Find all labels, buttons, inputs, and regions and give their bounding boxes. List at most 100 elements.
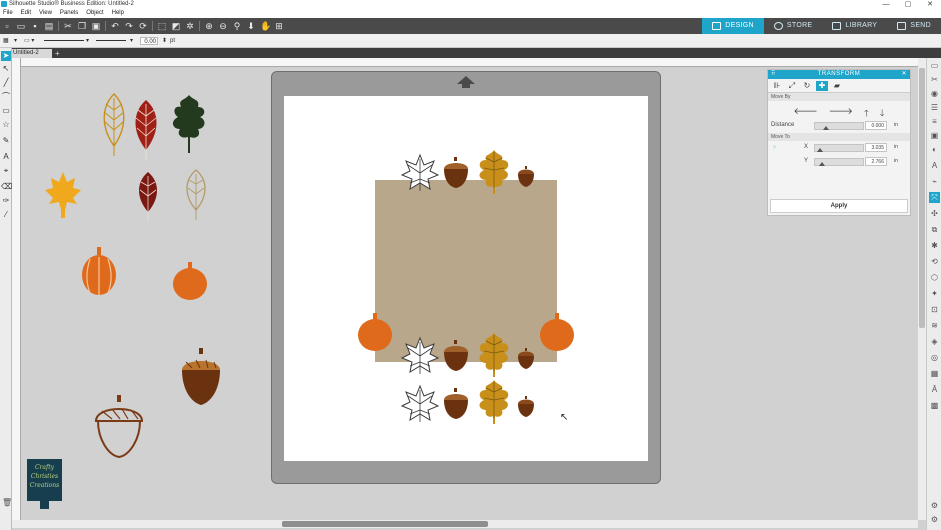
solid-pumpkin[interactable] [172, 261, 208, 301]
gold-oak-leaf-middle[interactable] [476, 331, 512, 377]
pumpkin-right[interactable] [539, 312, 575, 352]
y-input[interactable]: 2.766 [865, 157, 887, 166]
settings-icon[interactable]: ✲ [185, 21, 195, 31]
copy-icon[interactable]: ❐ [77, 21, 87, 31]
acorn-bottom[interactable] [442, 388, 470, 420]
point-edit-tool-icon[interactable]: ↖ [1, 64, 11, 74]
outline-pumpkin[interactable] [80, 245, 118, 297]
outline-maple-leaf-bottom[interactable] [400, 384, 440, 424]
small-acorn-top[interactable] [516, 166, 536, 188]
line-tool-icon[interactable]: ╱ [1, 78, 11, 88]
nest-icon[interactable]: ◎ [929, 352, 940, 363]
pencil-tool-icon[interactable]: ✎ [1, 136, 11, 146]
tab-store[interactable]: STORE [764, 18, 823, 34]
small-acorn-middle[interactable] [516, 348, 536, 370]
cut-icon[interactable]: ✂ [63, 21, 73, 31]
undo-icon[interactable]: ↶ [110, 21, 120, 31]
align-icon[interactable]: ✱ [929, 240, 940, 251]
line-color-dropdown[interactable]: ▾ [14, 37, 17, 45]
anchor-grid-icon[interactable]: ⁘ [772, 144, 777, 151]
vertical-scroll-thumb[interactable] [919, 68, 925, 328]
layers-icon[interactable]: ≋ [929, 320, 940, 331]
gold-oak-leaf-bottom[interactable] [476, 378, 512, 424]
help-icon[interactable]: ⚙ [929, 514, 940, 525]
small-acorn-bottom[interactable] [516, 396, 536, 418]
rectangle-tool-icon[interactable]: ▭ [1, 106, 11, 116]
open-folder-icon[interactable]: ▭ [16, 21, 26, 31]
distance-slider[interactable] [814, 122, 864, 130]
y-slider-knob[interactable] [819, 162, 825, 166]
refresh-icon[interactable]: ⟳ [138, 21, 148, 31]
cut-settings-icon[interactable]: ✂ [929, 74, 940, 85]
weld-icon[interactable]: ⊡ [929, 304, 940, 315]
solid-acorn[interactable] [178, 348, 224, 406]
rotate-tab-icon[interactable]: ↻ [801, 81, 813, 91]
line-weight-dropdown[interactable] [96, 40, 126, 41]
tab-library[interactable]: LIBRARY [822, 18, 887, 34]
line-weight-chevron-icon[interactable]: ▾ [130, 37, 133, 45]
modify-icon[interactable]: ⧉ [929, 224, 940, 235]
move-left-icon[interactable]: 🡐 [794, 106, 818, 116]
vertical-scrollbar[interactable] [918, 58, 926, 520]
move-right-icon[interactable]: 🡒 [829, 106, 853, 116]
close-button[interactable]: ✕ [919, 0, 941, 9]
y-slider[interactable] [814, 158, 864, 166]
acorn-top[interactable] [442, 157, 470, 189]
knife-icon[interactable]: ◈ [929, 336, 940, 347]
text-tool-icon[interactable]: A [1, 152, 11, 162]
settings-gear-icon[interactable]: ⚙ [929, 500, 940, 511]
text-path-tool-icon[interactable]: ⌖ [1, 166, 11, 176]
print-icon[interactable]: ▤ [44, 21, 54, 31]
zoom-select-icon[interactable]: ⚲ [232, 21, 242, 31]
zoom-in-icon[interactable]: ⊕ [204, 21, 214, 31]
dark-red-leaf[interactable] [132, 170, 164, 224]
outline-maple-leaf-top[interactable] [400, 153, 440, 193]
scale-tab-icon[interactable]: ⤢ [786, 81, 798, 91]
line-width-stepper-icon[interactable]: ⬍ [162, 37, 167, 45]
apply-button[interactable]: Apply [770, 199, 908, 213]
gold-oak-leaf-top[interactable] [476, 148, 512, 194]
panel-grip-icon[interactable]: ⠿ [771, 70, 776, 79]
align-tab-icon[interactable]: ⊪ [771, 81, 783, 91]
outline-maple-leaf-middle[interactable] [400, 336, 440, 376]
knife-tool-icon[interactable]: ✑ [1, 196, 11, 206]
scale-icon[interactable]: ⬡ [929, 272, 940, 283]
text-style-icon[interactable]: A [929, 160, 940, 171]
move-up-icon[interactable]: 🡑 [864, 106, 869, 118]
distance-slider-knob[interactable] [823, 126, 829, 130]
shear-tab-icon[interactable]: ▰ [831, 81, 843, 91]
page-setup-icon[interactable]: ▭ [929, 60, 940, 71]
redo-icon[interactable]: ↷ [124, 21, 134, 31]
image-effects-icon[interactable]: ▣ [929, 130, 940, 141]
fill-pattern-icon[interactable]: ▦ [3, 37, 9, 45]
tan-square-shape[interactable] [375, 180, 557, 362]
line-width-input[interactable]: 0.00 [140, 37, 158, 45]
x-slider-knob[interactable] [817, 148, 823, 152]
tab-design[interactable]: DESIGN [702, 18, 764, 34]
yellow-maple-leaf[interactable] [43, 170, 83, 220]
maximize-button[interactable]: ▢ [897, 0, 919, 9]
pan-hand-icon[interactable]: ✋ [260, 21, 271, 31]
new-document-icon[interactable]: ▫ [2, 21, 12, 31]
tan-outline-leaf[interactable] [180, 168, 212, 222]
horizontal-scroll-thumb[interactable] [282, 521, 488, 527]
acorn-middle[interactable] [442, 340, 470, 372]
transform-panel-header[interactable]: ⠿ TRANSFORM ✕ [768, 70, 910, 79]
menu-panels[interactable]: Panels [60, 9, 78, 18]
menu-edit[interactable]: Edit [21, 9, 31, 18]
line-style-dropdown[interactable] [44, 40, 84, 41]
line-color-icon[interactable]: ☰ [929, 102, 940, 113]
x-input[interactable]: 3.035 [865, 143, 887, 152]
select-tool-icon[interactable]: ➤ [1, 51, 11, 61]
move-tab-icon[interactable]: ✚ [816, 81, 828, 91]
transform-icon[interactable]: ⤧ [929, 192, 940, 203]
line-style-icon[interactable]: ≡ [929, 116, 940, 127]
gold-outline-leaf[interactable] [98, 92, 130, 158]
move-down-arrow-icon[interactable]: 🡓 [880, 106, 885, 118]
fill-color-icon[interactable]: ◉ [929, 88, 940, 99]
curve-tool-icon[interactable]: ⌒ [1, 92, 11, 102]
close-panel-icon[interactable]: ✕ [901, 70, 907, 79]
library-panel-icon[interactable]: ▦ [929, 368, 940, 379]
zoom-out-icon[interactable]: ⊖ [218, 21, 228, 31]
polygon-tool-icon[interactable]: ☆ [1, 120, 11, 130]
